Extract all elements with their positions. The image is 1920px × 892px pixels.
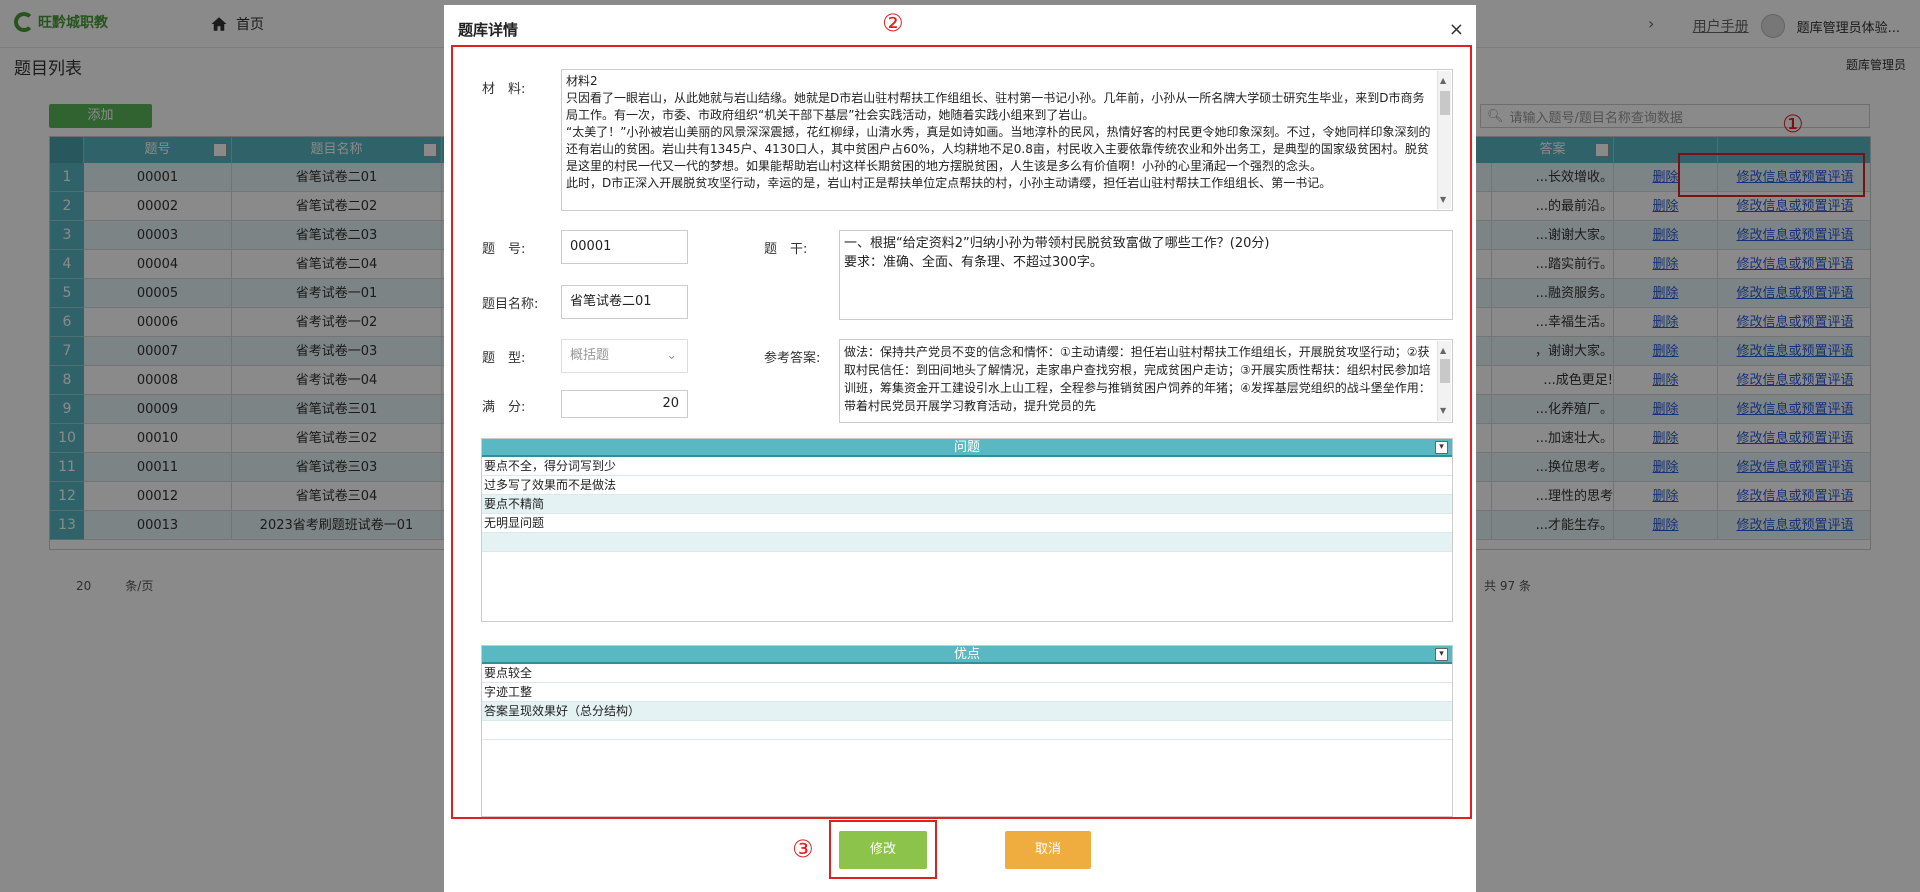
qid-label: 题 号:	[482, 242, 526, 257]
stem-label: 题 干:	[764, 242, 808, 257]
qname-label: 题目名称:	[482, 297, 539, 312]
problems-grid: 问题 ▾ 要点不全，得分词写到少 过多写了效果而不是做法 要点不精简 无明显问题	[481, 438, 1453, 622]
scrollbar[interactable]: ▲ ▼	[1437, 71, 1451, 209]
chevron-down-icon: ⌄	[666, 348, 677, 363]
merits-header: 优点 ▾	[482, 646, 1452, 664]
close-icon[interactable]: ×	[1449, 19, 1464, 40]
list-item-empty	[482, 721, 1452, 740]
chevron-down-icon[interactable]: ▾	[1435, 648, 1448, 661]
modify-button[interactable]: 修改	[839, 831, 927, 869]
qtype-select[interactable]: 概括题 ⌄	[561, 339, 688, 373]
material-textarea[interactable]: 材料2 只因看了一眼岩山，从此她就与岩山结缘。她就是D市岩山驻村帮扶工作组组长、…	[561, 69, 1453, 211]
list-item[interactable]: 无明显问题	[482, 514, 1452, 533]
modal-title: 题库详情	[458, 21, 519, 39]
scrollbar[interactable]: ▲ ▼	[1437, 341, 1451, 421]
list-item-empty	[482, 533, 1452, 552]
qid-input[interactable]: 00001	[561, 230, 688, 264]
annotation-2: ②	[882, 9, 904, 37]
score-input[interactable]: 20	[561, 390, 688, 418]
annotation-3: ③	[792, 835, 814, 863]
list-item[interactable]: 答案呈现效果好（总分结构）	[482, 702, 1452, 721]
list-item[interactable]: 要点不全，得分词写到少	[482, 457, 1452, 476]
score-label: 满 分:	[482, 400, 526, 415]
chevron-down-icon[interactable]: ▾	[1435, 441, 1448, 454]
question-detail-modal: 题库详情 × ② 材 料: 材料2 只因看了一眼岩山，从此她就与岩山结缘。她就是…	[444, 5, 1476, 892]
problems-header: 问题 ▾	[482, 439, 1452, 457]
stem-textarea[interactable]: 一、根据“给定资料2”归纳小孙为带领村民脱贫致富做了哪些工作？(20分) 要求：…	[839, 230, 1453, 320]
list-item[interactable]: 过多写了效果而不是做法	[482, 476, 1452, 495]
material-label: 材 料:	[482, 82, 526, 97]
list-item[interactable]: 字迹工整	[482, 683, 1452, 702]
list-item[interactable]: 要点不精简	[482, 495, 1452, 514]
cancel-button[interactable]: 取消	[1005, 831, 1091, 869]
merits-grid: 优点 ▾ 要点较全 字迹工整 答案呈现效果好（总分结构）	[481, 645, 1453, 817]
qtype-label: 题 型:	[482, 351, 526, 366]
qname-input[interactable]: 省笔试卷二01	[561, 285, 688, 319]
ref-answer-textarea[interactable]: 做法：保持共产党员不变的信念和情怀：①主动请缨：担任岩山驻村帮扶工作组组长，开展…	[839, 339, 1453, 423]
list-item[interactable]: 要点较全	[482, 664, 1452, 683]
ref-answer-label: 参考答案:	[764, 351, 821, 366]
